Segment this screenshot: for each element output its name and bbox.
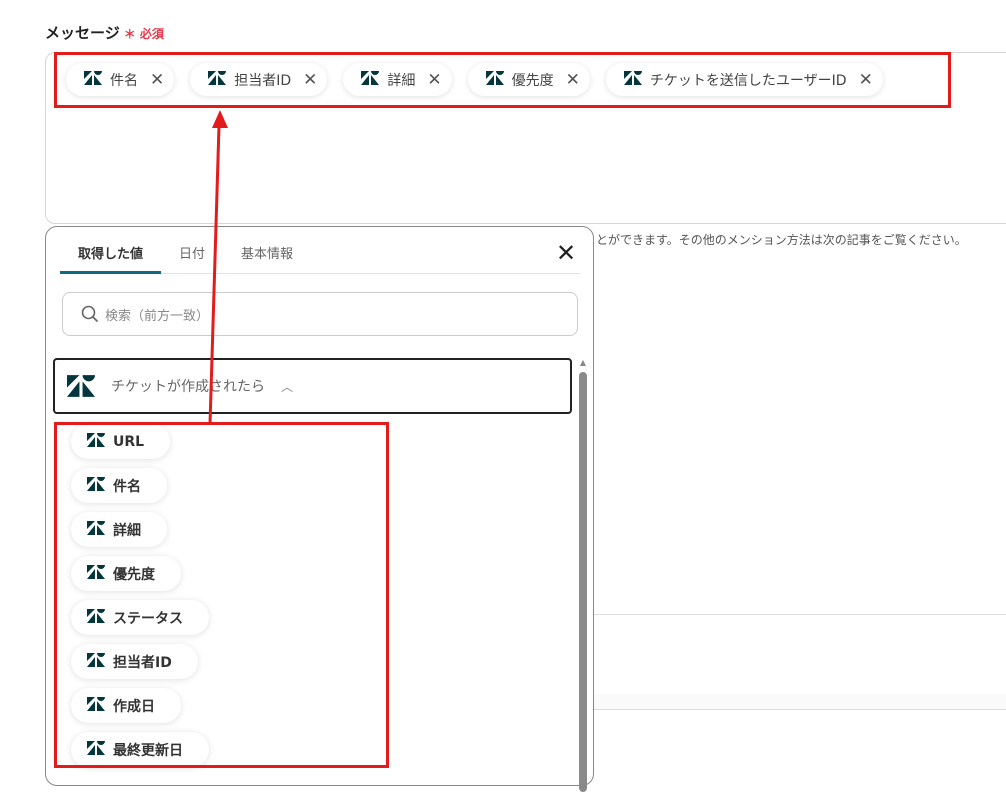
annotation-arrow: [208, 110, 228, 425]
